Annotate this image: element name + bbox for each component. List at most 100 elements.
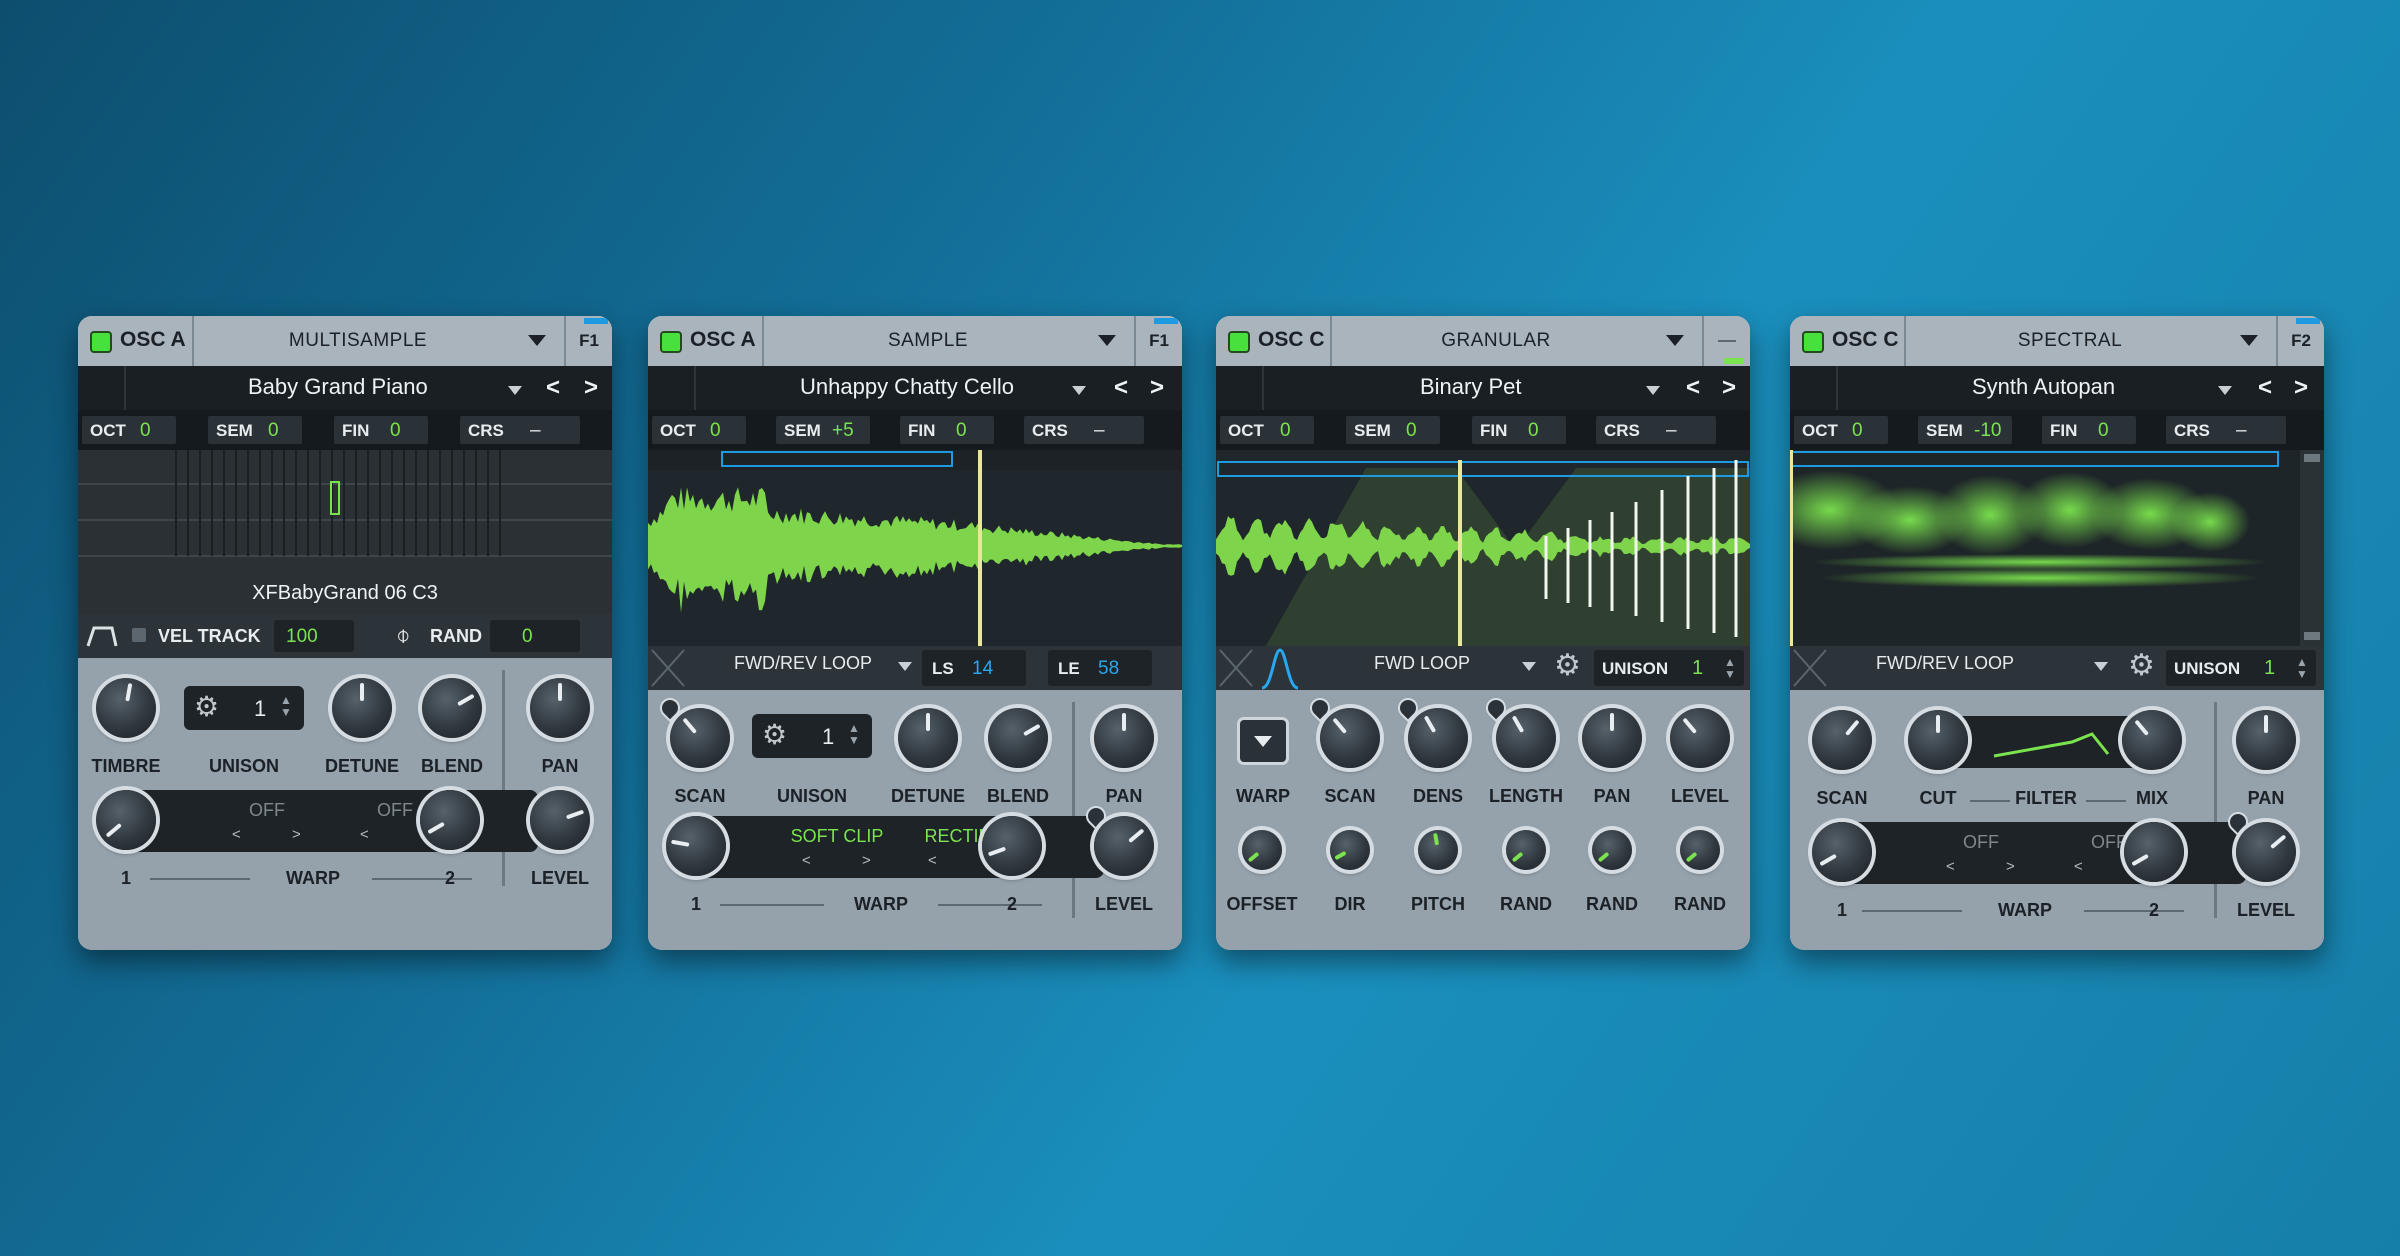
warp-1-knob[interactable] — [666, 816, 726, 876]
crossfade-icon[interactable] — [1216, 646, 1256, 690]
mode-select[interactable]: SAMPLE — [764, 316, 1132, 366]
sem-field[interactable]: SEM 0 — [208, 416, 302, 444]
prev-preset-icon[interactable]: < — [1114, 374, 1128, 402]
unison-field[interactable]: UNISON 1 ▲ ▼ — [1594, 650, 1744, 686]
rand-field[interactable]: 0 — [490, 620, 580, 652]
mix-knob[interactable] — [2122, 710, 2182, 770]
gear-icon[interactable]: ⚙ — [1554, 648, 1581, 683]
scan-knob[interactable] — [1320, 708, 1380, 768]
detune-knob[interactable] — [898, 708, 958, 768]
fin-field[interactable]: FIN 0 — [2042, 416, 2136, 444]
detune-knob[interactable] — [332, 678, 392, 738]
warp-2-knob[interactable] — [982, 816, 1042, 876]
osc-enable-toggle[interactable]: OSC A — [78, 316, 194, 366]
crs-field[interactable]: CRS – — [1596, 416, 1716, 444]
spectrogram-display[interactable] — [1790, 450, 2324, 646]
chevron-down-icon[interactable] — [898, 662, 912, 671]
next-preset-icon[interactable]: > — [1722, 374, 1736, 402]
next-icon[interactable]: > — [292, 826, 301, 843]
prev-icon[interactable]: < — [360, 826, 369, 843]
sem-field[interactable]: SEM +5 — [776, 416, 870, 444]
blend-knob[interactable] — [422, 678, 482, 738]
scan-knob[interactable] — [670, 708, 730, 768]
prev-icon[interactable]: < — [2074, 858, 2083, 875]
pan-rand-knob[interactable] — [1592, 830, 1632, 870]
loop-mode-select[interactable]: FWD/REV LOOP — [1876, 653, 2014, 674]
sem-field[interactable]: SEM -10 — [1918, 416, 2012, 444]
warp-slot-1[interactable]: SOFT CLIP < > — [778, 822, 896, 872]
next-icon[interactable]: > — [2006, 858, 2015, 875]
dir-knob[interactable] — [1330, 830, 1370, 870]
warp-slot-1[interactable]: OFF < > — [208, 796, 326, 846]
crs-field[interactable]: CRS – — [460, 416, 580, 444]
pan-knob[interactable] — [2236, 710, 2296, 770]
gear-icon[interactable]: ⚙ — [194, 690, 219, 723]
stepper-icon[interactable]: ▲ ▼ — [280, 694, 292, 718]
prev-icon[interactable]: < — [802, 852, 811, 869]
prev-preset-icon[interactable]: < — [1686, 374, 1700, 402]
osc-enable-toggle[interactable]: OSC C — [1216, 316, 1332, 366]
pitch-knob[interactable] — [1418, 830, 1458, 870]
offset-knob[interactable] — [1242, 830, 1282, 870]
crossfade-icon[interactable] — [1790, 646, 1830, 690]
warp-menu-button[interactable] — [1240, 720, 1286, 762]
vel-track-field[interactable]: 100 — [274, 620, 354, 652]
blend-knob[interactable] — [988, 708, 1048, 768]
next-preset-icon[interactable]: > — [584, 374, 598, 402]
stepper-icon[interactable]: ▲ ▼ — [848, 722, 860, 746]
chevron-down-icon[interactable] — [1072, 386, 1086, 395]
loop-end-field[interactable]: LE 58 — [1048, 650, 1152, 686]
warp-1-knob[interactable] — [96, 790, 156, 850]
crs-field[interactable]: CRS – — [1024, 416, 1144, 444]
vel-track-checkbox[interactable] — [132, 628, 146, 642]
oct-field[interactable]: OCT 0 — [1794, 416, 1888, 444]
warp-2-knob[interactable] — [420, 790, 480, 850]
crs-field[interactable]: CRS – — [2166, 416, 2286, 444]
oct-field[interactable]: OCT 0 — [652, 416, 746, 444]
dens-knob[interactable] — [1408, 708, 1468, 768]
unison-field[interactable]: ⚙ 1 ▲ ▼ — [752, 714, 872, 758]
length-knob[interactable] — [1496, 708, 1556, 768]
chevron-down-icon[interactable] — [2094, 662, 2108, 671]
scan-knob[interactable] — [1812, 710, 1872, 770]
prev-icon[interactable]: < — [1946, 858, 1955, 875]
filter-route-button[interactable] — [1702, 316, 1750, 366]
grain-window-icon[interactable] — [1258, 646, 1302, 690]
oct-field[interactable]: OCT 0 — [1220, 416, 1314, 444]
prev-icon[interactable]: < — [232, 826, 241, 843]
next-preset-icon[interactable]: > — [2294, 374, 2308, 402]
gear-icon[interactable]: ⚙ — [762, 718, 787, 751]
preset-name[interactable]: Binary Pet — [1420, 374, 1522, 400]
crossfade-icon[interactable] — [648, 646, 688, 690]
prev-preset-icon[interactable]: < — [2258, 374, 2272, 402]
chevron-down-icon[interactable] — [508, 386, 522, 395]
preset-name[interactable]: Unhappy Chatty Cello — [800, 374, 1014, 400]
envelope-icon[interactable] — [82, 616, 122, 656]
grain-display[interactable] — [1216, 450, 1750, 646]
chevron-down-icon[interactable] — [2218, 386, 2232, 395]
level-rand-knob[interactable] — [1680, 830, 1720, 870]
warp-slot-1[interactable]: OFF < > — [1922, 828, 2040, 878]
mode-select[interactable]: GRANULAR — [1332, 316, 1700, 366]
osc-enable-toggle[interactable]: OSC A — [648, 316, 764, 366]
key-map-display[interactable]: XFBabyGrand 06 C3 — [78, 450, 612, 614]
chevron-down-icon[interactable] — [1646, 386, 1660, 395]
loop-mode-select[interactable]: FWD LOOP — [1374, 653, 1470, 674]
fin-field[interactable]: FIN 0 — [1472, 416, 1566, 444]
loop-mode-select[interactable]: FWD/REV LOOP — [734, 653, 872, 674]
pan-knob[interactable] — [1094, 708, 1154, 768]
oct-field[interactable]: OCT 0 — [82, 416, 176, 444]
mode-select[interactable]: SPECTRAL — [1906, 316, 2274, 366]
stepper-icon[interactable]: ▲ ▼ — [2296, 656, 2308, 680]
loop-start-field[interactable]: LS 14 — [922, 650, 1026, 686]
next-icon[interactable]: > — [862, 852, 871, 869]
sem-field[interactable]: SEM 0 — [1346, 416, 1440, 444]
fin-field[interactable]: FIN 0 — [334, 416, 428, 444]
warp-2-knob[interactable] — [2124, 822, 2184, 882]
chevron-down-icon[interactable] — [1522, 662, 1536, 671]
osc-enable-toggle[interactable]: OSC C — [1790, 316, 1906, 366]
pan-knob[interactable] — [1582, 708, 1642, 768]
level-knob[interactable] — [1670, 708, 1730, 768]
filter-route-button[interactable]: F2 — [2276, 316, 2324, 366]
warp-1-knob[interactable] — [1812, 822, 1872, 882]
